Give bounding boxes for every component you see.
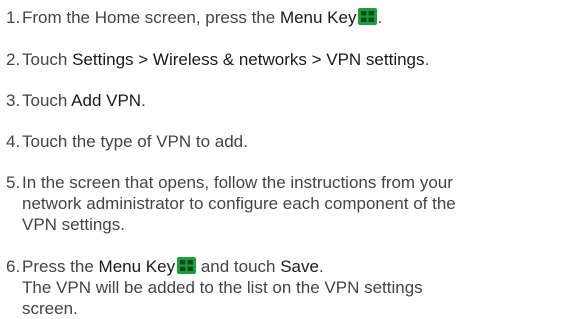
step-text-continued: The VPN will be added to the list on the… bbox=[22, 278, 423, 297]
step-text-continued: screen. bbox=[22, 299, 78, 318]
add-vpn-label: Add VPN bbox=[71, 91, 142, 110]
step-text: . bbox=[318, 257, 324, 276]
step-number: 1. bbox=[6, 8, 21, 27]
step-number: 2. bbox=[6, 50, 21, 69]
menu-key-label: Menu Key bbox=[98, 257, 176, 276]
step-number: 5. bbox=[6, 173, 21, 192]
step-1: 1. From the Home screen, press the Menu K… bbox=[6, 7, 571, 28]
step-text: Touch bbox=[22, 50, 73, 69]
step-text: Touch bbox=[22, 91, 72, 110]
step-text: Touch the type of VPN to add. bbox=[22, 132, 248, 151]
step-3: 3. Touch Add VPN. bbox=[6, 90, 571, 111]
menu-key-label: Menu Key bbox=[279, 8, 357, 27]
step-number: 6. bbox=[6, 257, 21, 276]
step-6: 6. Press the Menu Key and touch Save. The… bbox=[6, 256, 571, 319]
step-text: . bbox=[424, 50, 430, 69]
step-5: 5. In the screen that opens, follow the i… bbox=[6, 172, 571, 235]
step-text: Press the bbox=[22, 257, 99, 276]
step-2: 2. Touch Settings > Wireless & networks >… bbox=[6, 49, 571, 70]
step-text: In the screen that opens, follow the ins… bbox=[22, 173, 453, 192]
step-text-continued: VPN settings. bbox=[22, 215, 125, 234]
settings-path: Settings > Wireless & networks > VPN set… bbox=[72, 50, 425, 69]
step-text: From the Home screen, press the bbox=[22, 8, 280, 27]
step-number: 4. bbox=[6, 132, 21, 151]
step-number: 3. bbox=[6, 91, 21, 110]
step-text: . bbox=[141, 91, 146, 110]
save-label: Save bbox=[280, 257, 319, 276]
step-text: and touch bbox=[196, 257, 281, 276]
step-text: . bbox=[377, 8, 383, 27]
menu-key-icon bbox=[358, 8, 378, 25]
instruction-steps: 1. From the Home screen, press the Menu K… bbox=[0, 0, 571, 318]
menu-key-icon bbox=[177, 257, 197, 274]
step-text-continued: network administrator to configure each … bbox=[22, 194, 456, 213]
step-4: 4. Touch the type of VPN to add. bbox=[6, 131, 571, 152]
